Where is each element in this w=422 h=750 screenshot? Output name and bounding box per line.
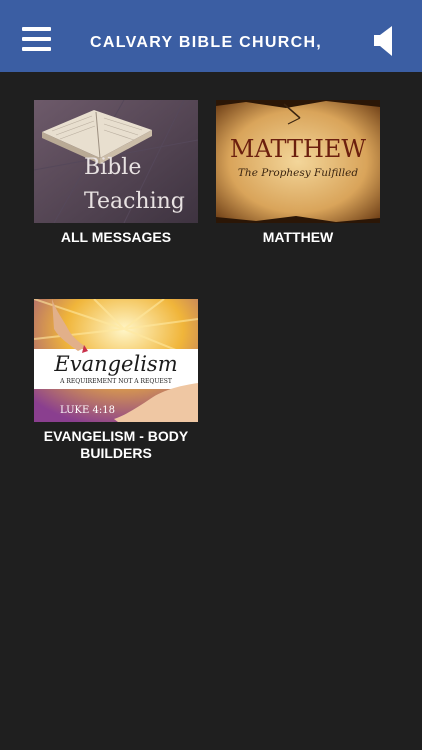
menu-button[interactable] — [22, 27, 52, 53]
thumb-text: Teaching — [84, 189, 185, 214]
bible-teaching-thumbnail: Bible Teaching — [34, 100, 198, 223]
audio-button[interactable] — [373, 25, 397, 57]
top-bar: CALVARY BIBLE CHURCH, — [0, 0, 422, 72]
speaker-icon — [374, 26, 392, 56]
hamburger-menu-icon-line — [22, 47, 51, 51]
thumb-text: Evangelism — [53, 352, 177, 376]
matthew-thumbnail: MATTHEW The Prophesy Fulfilled — [216, 100, 380, 223]
thumb-text: The Prophesy Fulfilled — [238, 167, 358, 179]
tile-label: EVANGELISM - BODY BUILDERS — [43, 428, 189, 461]
evangelism-thumbnail: Evangelism A REQUIREMENT NOT A REQUEST L… — [34, 299, 198, 422]
hamburger-menu-icon — [22, 27, 51, 31]
tile-label: ALL MESSAGES — [60, 229, 172, 245]
thumb-text: Bible — [84, 155, 141, 180]
thumb-text: LUKE 4:18 — [60, 405, 115, 416]
thumb-text: MATTHEW — [230, 135, 367, 163]
hamburger-menu-icon-line — [22, 37, 51, 41]
tile-label: MATTHEW — [262, 229, 334, 245]
page-title: CALVARY BIBLE CHURCH, — [90, 34, 323, 51]
thumb-text: A REQUIREMENT NOT A REQUEST — [59, 378, 172, 385]
